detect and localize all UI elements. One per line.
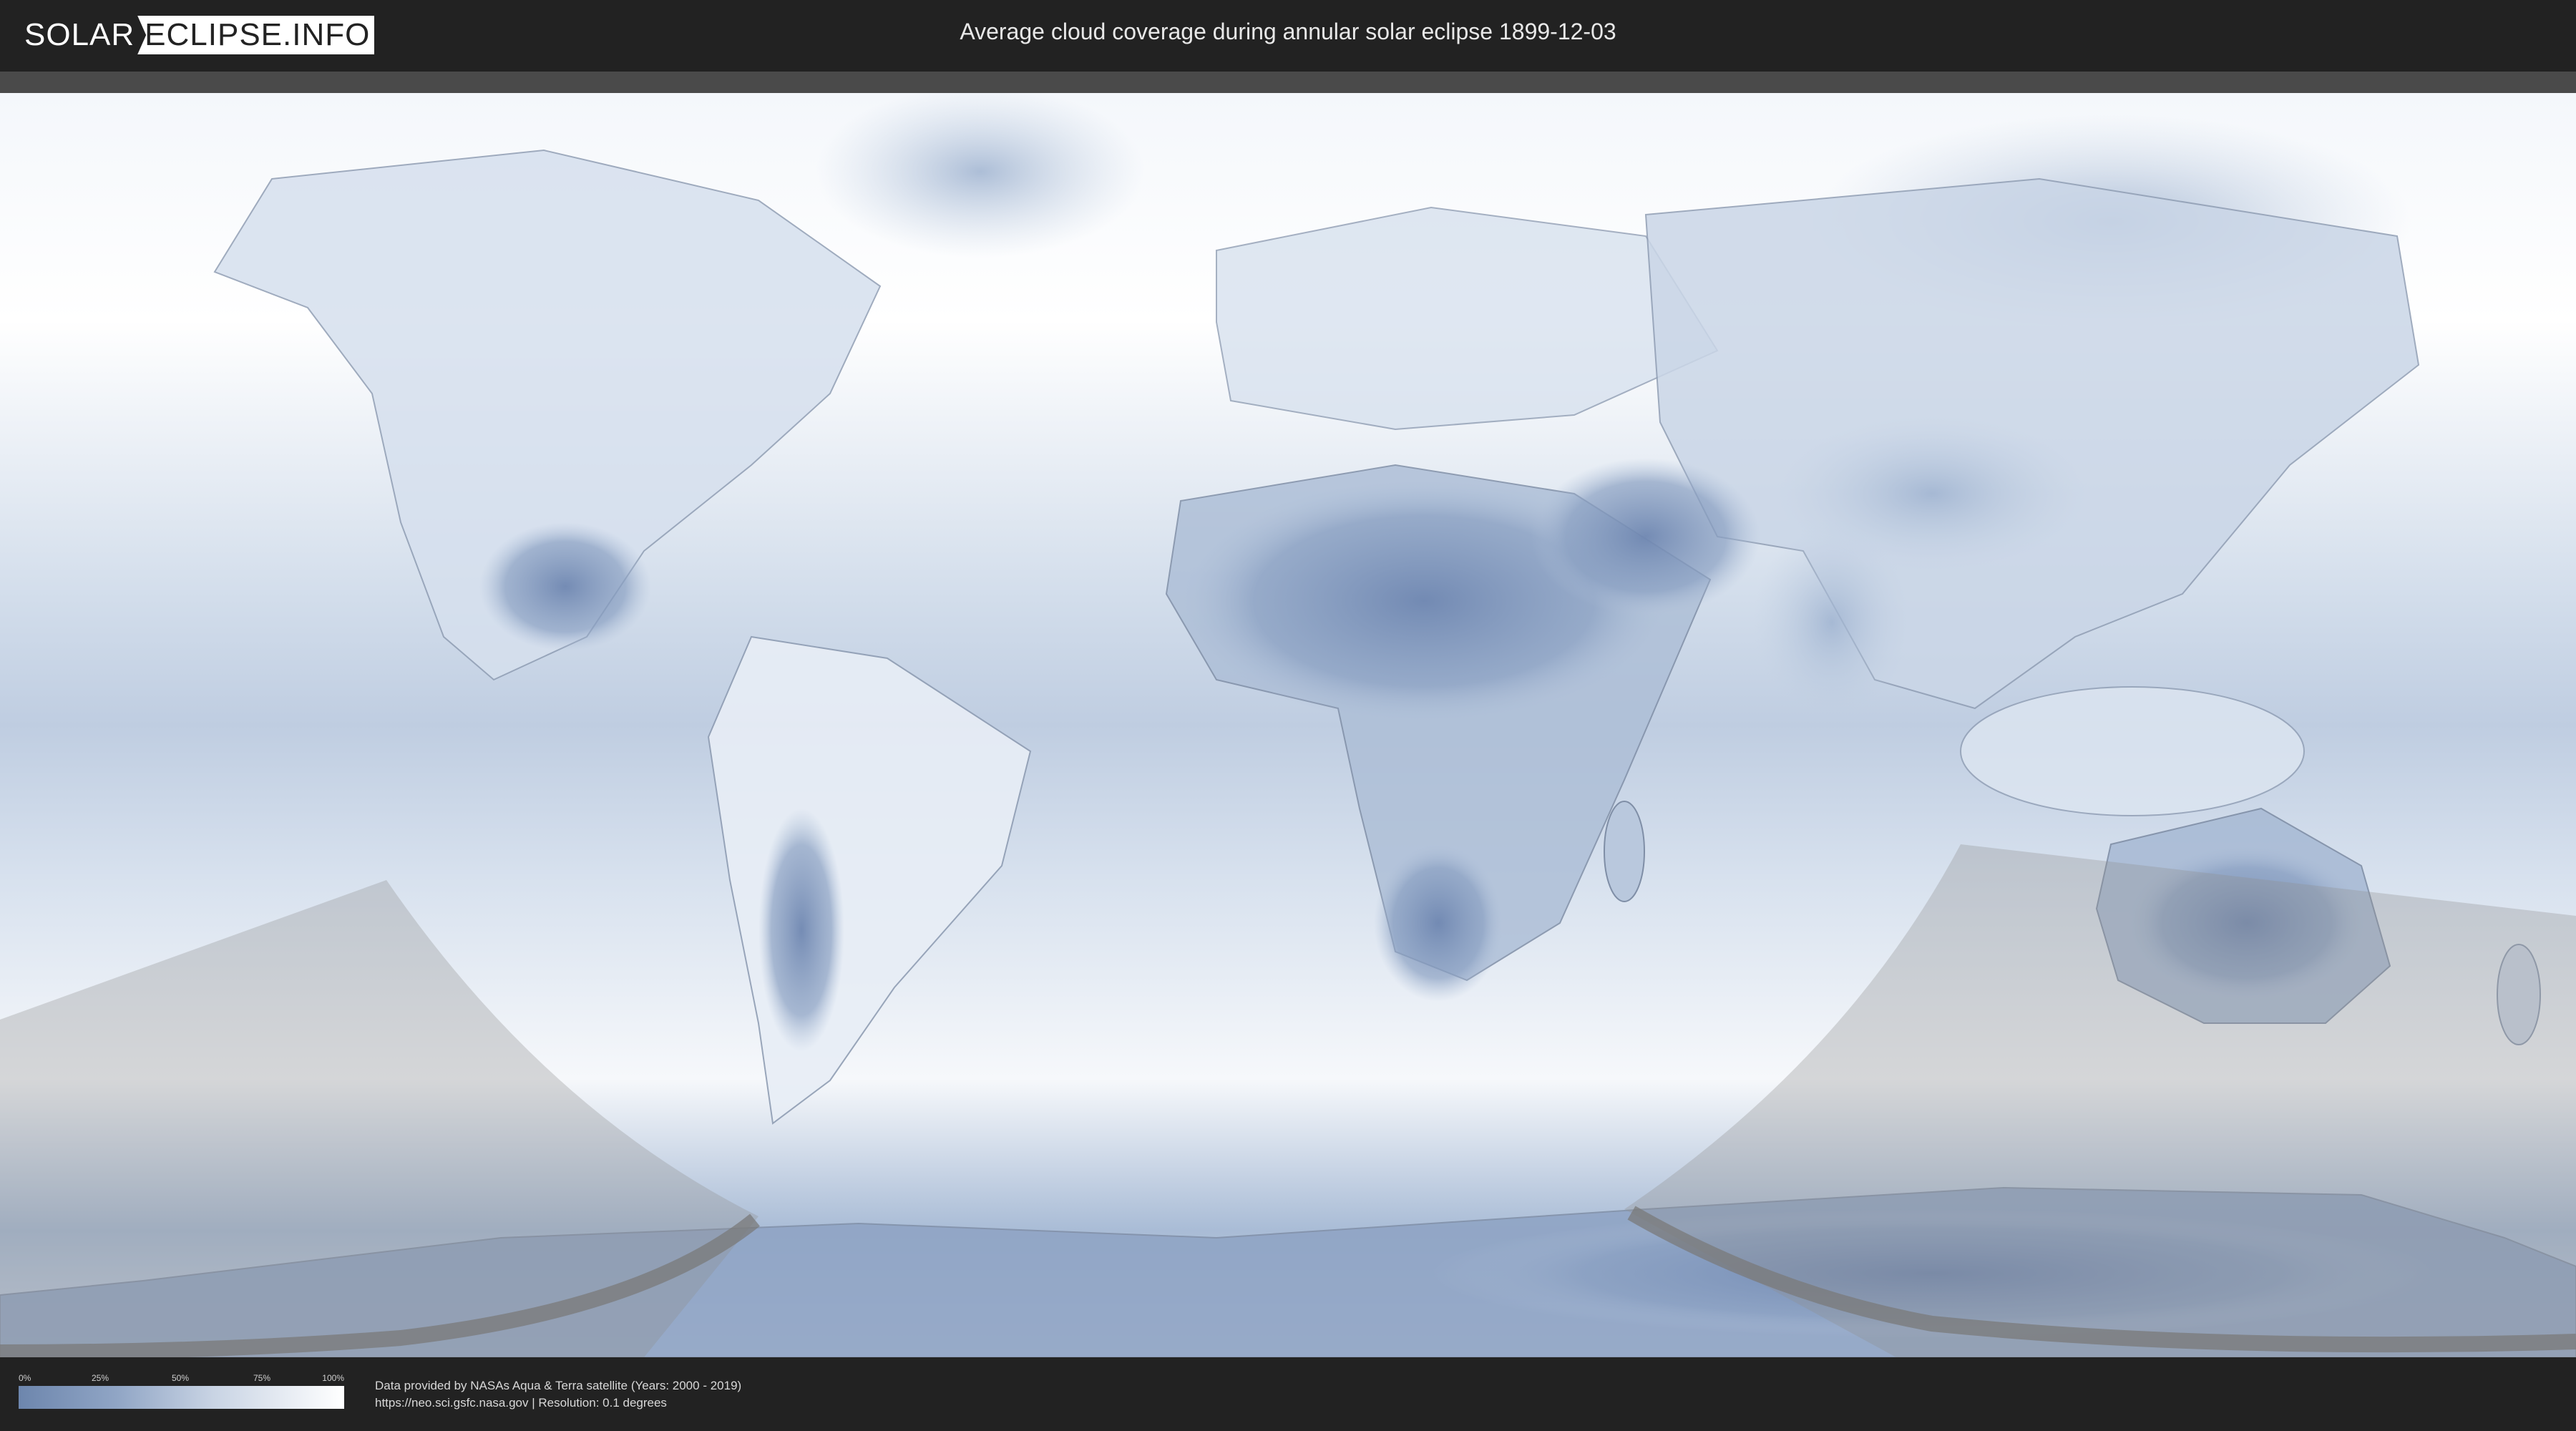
legend-tick-25: 25% [92, 1373, 109, 1383]
legend-tick-75: 75% [253, 1373, 271, 1383]
legend-tick-100: 100% [322, 1373, 344, 1383]
legend-tick-50: 50% [172, 1373, 190, 1383]
southeast-asia-islands [1960, 686, 2305, 816]
andes-low-cloud [758, 809, 844, 1052]
page-title: Average cloud coverage during annular so… [960, 19, 1616, 44]
legend-ticks: 0% 25% 50% 75% 100% [19, 1373, 344, 1384]
cloud-coverage-map[interactable] [0, 93, 2576, 1357]
arabia-low-cloud [1531, 458, 1760, 615]
header-bar: SOLAR ECLIPSE.INFO Average cloud coverag… [0, 0, 2576, 72]
india-region [1753, 522, 1911, 723]
legend-tick-0: 0% [19, 1373, 31, 1383]
greenland-region [816, 93, 1145, 258]
data-credits: Data provided by NASAs Aqua & Terra sate… [375, 1377, 741, 1412]
madagascar [1604, 801, 1645, 902]
footer-bar: 0% 25% 50% 75% 100% Data provided by NAS… [0, 1357, 2576, 1431]
header-separator [0, 72, 2576, 93]
credits-line-2[interactable]: https://neo.sci.gsfc.nasa.gov | Resoluti… [375, 1395, 741, 1412]
legend-gradient-bar [19, 1386, 344, 1409]
credits-line-1: Data provided by NASAs Aqua & Terra sate… [375, 1379, 742, 1392]
southern-africa-low-cloud [1374, 844, 1503, 1002]
cloud-coverage-legend: 0% 25% 50% 75% 100% [19, 1373, 344, 1409]
mexico-low-cloud [479, 522, 651, 651]
